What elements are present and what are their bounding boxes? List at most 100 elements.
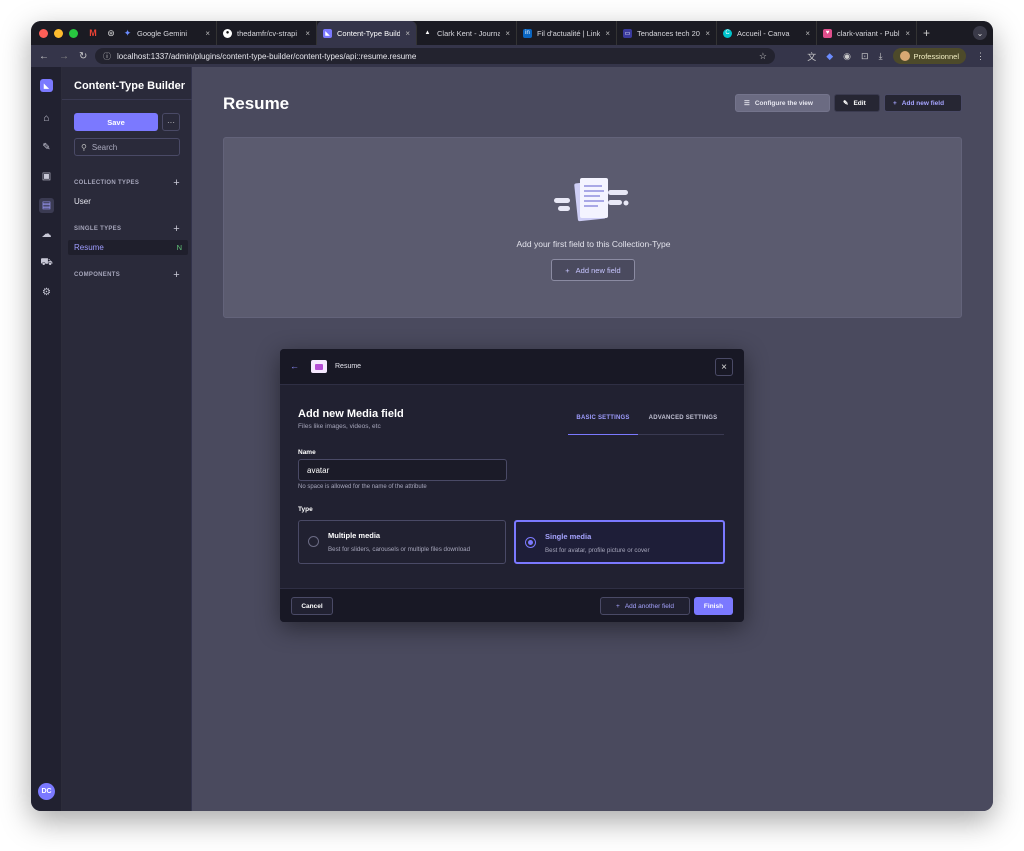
media-library-icon[interactable]: ▣ <box>39 169 54 184</box>
single-media-option[interactable]: Single media Best for avatar, profile pi… <box>514 520 725 564</box>
url-text[interactable]: localhost:1337/admin/plugins/content-typ… <box>117 52 416 61</box>
browser-tab[interactable]: in Fil d'actualité | LinkedIn × <box>517 21 617 45</box>
maximize-window-button[interactable] <box>69 28 78 38</box>
add-single-type-icon[interactable]: + <box>173 223 180 235</box>
chevron-down-icon[interactable]: ⌄ <box>973 26 987 40</box>
user-avatar[interactable]: DC <box>38 783 55 800</box>
browser-tab[interactable]: ▭ Tendances tech 2024 × <box>617 21 717 45</box>
gmail-icon[interactable]: M <box>87 27 99 39</box>
add-another-field-button[interactable]: + Add another field <box>600 597 690 615</box>
close-icon[interactable]: × <box>705 29 710 38</box>
tab-label: Content-Type Builder <box>337 28 401 38</box>
browser-tab[interactable]: ✦ Google Gemini × <box>117 21 217 45</box>
name-hint: No space is allowed for the name of the … <box>298 484 427 490</box>
browser-tab[interactable]: ▲ Clark Kent - Journal × <box>417 21 517 45</box>
close-icon[interactable]: × <box>305 29 310 38</box>
more-button[interactable]: ··· <box>162 113 180 131</box>
tab-label: clark-variant - Public <box>837 28 901 38</box>
documents-illustration-icon <box>554 178 629 222</box>
close-icon[interactable]: × <box>905 29 910 38</box>
modal-header: ← Resume × <box>280 349 744 385</box>
save-button[interactable]: Save <box>74 113 158 131</box>
kebab-menu-icon[interactable]: ⋮ <box>976 51 985 62</box>
bookmark-icon: ♥ <box>823 28 832 38</box>
new-tab-icon[interactable]: + <box>917 26 936 40</box>
browser-tab-active[interactable]: ◣ Content-Type Builder × <box>317 21 417 45</box>
browser-window: M ⊛ ✦ Google Gemini × ● thedamfr/cv-stra… <box>31 21 993 811</box>
close-icon: × <box>721 361 727 373</box>
cloud-icon[interactable]: ☁ <box>39 227 54 242</box>
close-icon[interactable]: × <box>805 29 810 38</box>
arrow-left-icon[interactable]: ← <box>290 361 299 371</box>
strapi-admin: ◣ ⌂ ✎ ▣ ▤ ☁ ⛟ ⚙ DC Content-Type Builder … <box>31 67 993 811</box>
strapi-logo-icon[interactable]: ◣ <box>40 79 53 92</box>
openai-icon[interactable]: ⊛ <box>105 27 117 39</box>
option-description: Best for sliders, carousels or multiple … <box>328 546 471 553</box>
reload-icon[interactable]: ↻ <box>79 51 87 62</box>
add-collection-type-icon[interactable]: + <box>173 177 180 189</box>
strapi-icon: ◣ <box>323 28 332 38</box>
modal-footer: Cancel + Add another field Finish <box>280 588 744 622</box>
tab-label: Clark Kent - Journal <box>437 28 501 38</box>
gemini-icon: ✦ <box>123 27 132 38</box>
address-bar[interactable]: ⓘ localhost:1337/admin/plugins/content-t… <box>95 48 775 64</box>
gear-icon[interactable]: ⚙ <box>39 285 54 300</box>
tab-advanced-settings[interactable]: ADVANCED SETTINGS <box>642 415 724 435</box>
forward-icon[interactable]: → <box>59 51 69 62</box>
finish-button[interactable]: Finish <box>694 597 733 615</box>
empty-add-field-button[interactable]: + Add new field <box>551 259 635 281</box>
puzzle-icon[interactable]: ⊡ <box>861 51 869 62</box>
profile-button[interactable]: Professionnel <box>892 48 966 64</box>
close-window-button[interactable] <box>39 28 48 38</box>
sidebar-search[interactable]: ⚲ <box>74 138 180 156</box>
extension-icon[interactable]: ◆ <box>826 51 833 62</box>
toolbar-actions: 文 ◆ ◉ ⊡ ⤓ Professionnel ⋮ <box>807 48 985 64</box>
cart-icon[interactable]: ⛟ <box>39 256 54 271</box>
tab-label: Tendances tech 2024 <box>637 28 700 38</box>
site-info-icon[interactable]: ⓘ <box>103 51 111 62</box>
close-icon[interactable]: × <box>405 29 410 38</box>
sidebar-item-user[interactable]: User <box>74 197 91 206</box>
modal-subtitle: Files like images, videos, etc <box>298 423 381 430</box>
empty-state-text: Add your first field to this Collection-… <box>516 239 671 249</box>
translate-icon[interactable]: 文 <box>807 50 816 63</box>
section-label: COLLECTION TYPES <box>74 180 140 186</box>
browser-tab[interactable]: ● thedamfr/cv-strapi × <box>217 21 317 45</box>
close-icon[interactable]: × <box>505 29 510 38</box>
pencil-icon: ✎ <box>843 100 849 107</box>
download-icon[interactable]: ⤓ <box>879 51 883 62</box>
media-type-icon <box>311 360 327 373</box>
search-input[interactable] <box>91 142 172 152</box>
close-icon[interactable]: × <box>605 29 610 38</box>
back-icon[interactable]: ← <box>39 51 49 62</box>
browser-tab[interactable]: ♥ clark-variant - Public × <box>817 21 917 45</box>
tab-basic-settings[interactable]: BASIC SETTINGS <box>568 415 638 435</box>
radio-single[interactable] <box>525 537 536 548</box>
notion-icon: ▲ <box>424 30 431 36</box>
configure-view-button[interactable]: ☰ Configure the view <box>735 94 830 112</box>
section-label: SINGLE TYPES <box>74 226 122 232</box>
radio-multiple[interactable] <box>308 536 319 547</box>
camera-icon[interactable]: ◉ <box>843 51 851 62</box>
close-modal-button[interactable]: × <box>715 358 733 376</box>
browser-tab[interactable]: C Accueil - Canva × <box>717 21 817 45</box>
minimize-window-button[interactable] <box>54 28 63 38</box>
home-icon[interactable]: ⌂ <box>39 111 54 126</box>
content-type-builder-icon[interactable]: ▤ <box>39 198 54 213</box>
add-component-icon[interactable]: + <box>173 269 180 281</box>
page-title: Resume <box>223 94 290 113</box>
close-icon[interactable]: × <box>205 29 210 38</box>
sidebar-item-resume[interactable]: Resume N <box>68 240 188 255</box>
bookmark-star-icon[interactable]: ☆ <box>759 51 767 62</box>
profile-label: Professionnel <box>913 51 959 61</box>
linkedin-icon: in <box>523 28 532 38</box>
tab-label: Fil d'actualité | LinkedIn <box>537 28 601 38</box>
add-new-field-button[interactable]: + Add new field <box>884 94 962 112</box>
feather-icon[interactable]: ✎ <box>39 140 54 155</box>
name-input[interactable] <box>298 459 507 481</box>
single-types-section: SINGLE TYPES + <box>74 223 180 235</box>
edit-button[interactable]: ✎ Edit <box>834 94 880 112</box>
profile-avatar <box>899 51 910 61</box>
cancel-button[interactable]: Cancel <box>291 597 333 615</box>
multiple-media-option[interactable]: Multiple media Best for sliders, carouse… <box>298 520 506 564</box>
